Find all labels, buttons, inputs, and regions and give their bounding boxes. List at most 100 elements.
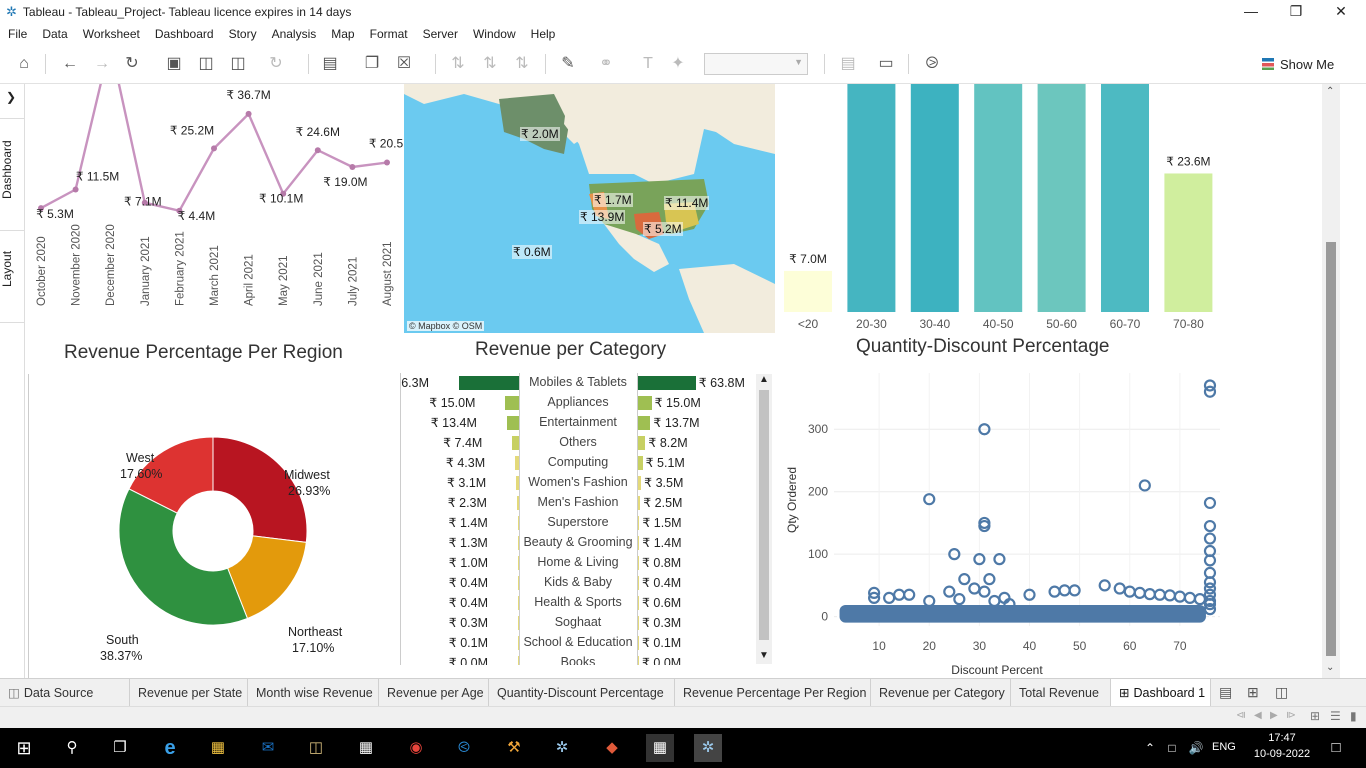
new-dashboard-tab-icon[interactable]: ⊞ <box>1247 684 1275 701</box>
new-datasource-icon[interactable]: ◫ <box>194 52 218 76</box>
scroll-up-icon[interactable]: ⌃ <box>1326 86 1334 97</box>
new-worksheet-icon[interactable]: ▤ <box>318 52 342 76</box>
menu-story[interactable]: Story <box>229 27 257 41</box>
internet-explorer-icon[interactable]: e <box>156 734 184 762</box>
menu-data[interactable]: Data <box>42 27 67 41</box>
category-label: Health & Sports <box>534 595 622 609</box>
scatter-x-tick: 60 <box>1123 639 1137 653</box>
menu-worksheet[interactable]: Worksheet <box>83 27 140 41</box>
chrome-icon[interactable]: ◉ <box>402 734 430 762</box>
tab-nav-first-icon[interactable]: ⧏ <box>1236 710 1246 721</box>
filmstrip-icon[interactable]: ▮ <box>1350 709 1357 723</box>
expand-panel-icon[interactable]: ❯ <box>6 90 16 104</box>
presentation-icon[interactable]: ▭ <box>874 52 898 76</box>
age-bar <box>1164 173 1213 312</box>
vscode-icon[interactable]: ⧀ <box>450 734 478 762</box>
refresh-icon[interactable]: ↻ <box>264 52 288 76</box>
redo-icon[interactable]: ↻ <box>120 52 144 76</box>
month-value-label: ₹ 24.6M <box>296 125 340 139</box>
tab-nav-last-icon[interactable]: ⧐ <box>1286 710 1296 721</box>
dashboard-scrollbar[interactable]: ⌃ ⌄ <box>1322 84 1340 678</box>
close-button[interactable]: ✕ <box>1318 0 1364 24</box>
clear-sheet-icon[interactable]: ☒ <box>392 52 416 76</box>
restore-button[interactable]: ❐ <box>1273 0 1319 24</box>
menu-window[interactable]: Window <box>473 27 516 41</box>
pin-icon[interactable]: ✦ <box>666 52 690 76</box>
share-icon[interactable]: ⧁ <box>920 52 944 76</box>
tableau-taskbar-icon[interactable]: ✲ <box>548 734 576 762</box>
tab-nav-prev-icon[interactable]: ◀ <box>1254 710 1262 721</box>
list-view-icon[interactable]: ☰ <box>1330 709 1341 723</box>
category-scroll-up-icon[interactable]: ▲ <box>759 374 769 385</box>
windows-start-icon[interactable]: ⊞ <box>10 734 38 762</box>
tab-total-revenue[interactable]: Total Revenue <box>1011 678 1111 707</box>
tab-revenue-per-age[interactable]: Revenue per Age <box>379 678 489 707</box>
category-scroll-down-icon[interactable]: ▼ <box>759 650 769 661</box>
category-right-bar <box>638 436 646 450</box>
tab-revenue-per-state[interactable]: Revenue per State <box>130 678 248 707</box>
swap-icon[interactable]: ⇅ <box>446 52 470 76</box>
new-story-tab-icon[interactable]: ◫ <box>1275 684 1303 701</box>
scroll-down-icon[interactable]: ⌄ <box>1326 662 1334 673</box>
new-worksheet-tab-icon[interactable]: ▤ <box>1219 684 1247 701</box>
minimize-button[interactable]: — <box>1228 0 1274 24</box>
revenue-per-state-map[interactable]: ₹ 2.0M ₹ 1.7M ₹ 13.9M ₹ 11.4M ₹ 5.2M ₹ 0.6M ©… <box>404 84 775 333</box>
task-view-icon[interactable]: ❐ <box>106 734 134 762</box>
show-me-button[interactable]: Show Me <box>1262 54 1334 74</box>
terminal-icon[interactable]: ▦ <box>352 734 380 762</box>
tab-nav-next-icon[interactable]: ▶ <box>1270 710 1278 721</box>
tools-icon[interactable]: ⚒ <box>500 734 528 762</box>
git-icon[interactable]: ◆ <box>598 734 626 762</box>
grid-view-icon[interactable]: ⊞ <box>1310 709 1320 723</box>
tab-layout[interactable]: Layout <box>0 244 25 294</box>
menu-dashboard[interactable]: Dashboard <box>155 27 214 41</box>
forward-icon[interactable]: → <box>90 52 114 76</box>
search-icon[interactable]: ⚲ <box>58 734 86 762</box>
menu-help[interactable]: Help <box>531 27 556 41</box>
database-icon: ◫ <box>8 685 20 700</box>
home-icon[interactable]: ⌂ <box>12 52 36 76</box>
menu-map[interactable]: Map <box>331 27 354 41</box>
clock-time[interactable]: 17:47 <box>1262 732 1302 744</box>
sort-ascending-icon[interactable]: ⇅ <box>478 52 502 76</box>
sort-descending-icon[interactable]: ⇅ <box>510 52 534 76</box>
cmd-icon[interactable]: ▦ <box>646 734 674 762</box>
menu-file[interactable]: File <box>8 27 27 41</box>
category-row: ₹ 1.3M Beauty & Grooming ₹ 1.4M <box>401 533 756 553</box>
sql-tool-icon[interactable]: ◫ <box>302 734 330 762</box>
tableau-active-icon[interactable]: ✲ <box>694 734 722 762</box>
menu-server[interactable]: Server <box>423 27 458 41</box>
clock-date[interactable]: 10-09-2022 <box>1252 748 1312 760</box>
region-name-label: South <box>106 633 139 647</box>
outlook-icon[interactable]: ✉ <box>254 734 282 762</box>
attach-icon[interactable]: ⚭ <box>594 52 618 76</box>
duplicate-icon[interactable]: ❐ <box>360 52 384 76</box>
save-icon[interactable]: ▣ <box>162 52 186 76</box>
menu-analysis[interactable]: Analysis <box>272 27 317 41</box>
tab-revenue-per-category[interactable]: Revenue per Category <box>871 678 1011 707</box>
highlight-icon[interactable]: ✎ <box>556 52 580 76</box>
file-explorer-icon[interactable]: ▦ <box>204 734 232 762</box>
tab-dashboard[interactable]: Dashboard <box>0 130 25 210</box>
tab-dashboard-1[interactable]: ⊞ Dashboard 1 <box>1111 678 1211 707</box>
scatter-point <box>1203 519 1217 533</box>
volume-icon[interactable]: 🔊 <box>1182 734 1210 762</box>
pause-updates-icon[interactable]: ◫ <box>226 52 250 76</box>
tab-quantity-discount[interactable]: Quantity-Discount Percentage <box>489 678 675 707</box>
tab-data-source[interactable]: ◫ Data Source <box>0 678 130 707</box>
language-indicator[interactable]: ENG <box>1212 741 1236 753</box>
menu-format[interactable]: Format <box>370 27 408 41</box>
tab-revenue-percentage-region[interactable]: Revenue Percentage Per Region <box>675 678 871 707</box>
fit-dropdown[interactable]: ▼ <box>704 53 808 75</box>
notifications-icon[interactable]: □ <box>1322 734 1350 762</box>
scroll-thumb[interactable] <box>1326 242 1336 656</box>
category-scrollbar[interactable]: ▲ ▼ <box>756 374 772 664</box>
tab-month-wise-revenue[interactable]: Month wise Revenue <box>248 678 379 707</box>
region-percent-label: 17.60% <box>120 467 162 481</box>
category-scroll-thumb[interactable] <box>759 390 769 640</box>
month-tick-label: December 2020 <box>105 224 117 306</box>
month-value-label: ₹ 7.1M <box>124 195 162 209</box>
labels-icon[interactable]: T <box>636 52 660 76</box>
show-cards-icon[interactable]: ▤ <box>836 52 860 76</box>
back-icon[interactable]: ← <box>58 52 82 76</box>
